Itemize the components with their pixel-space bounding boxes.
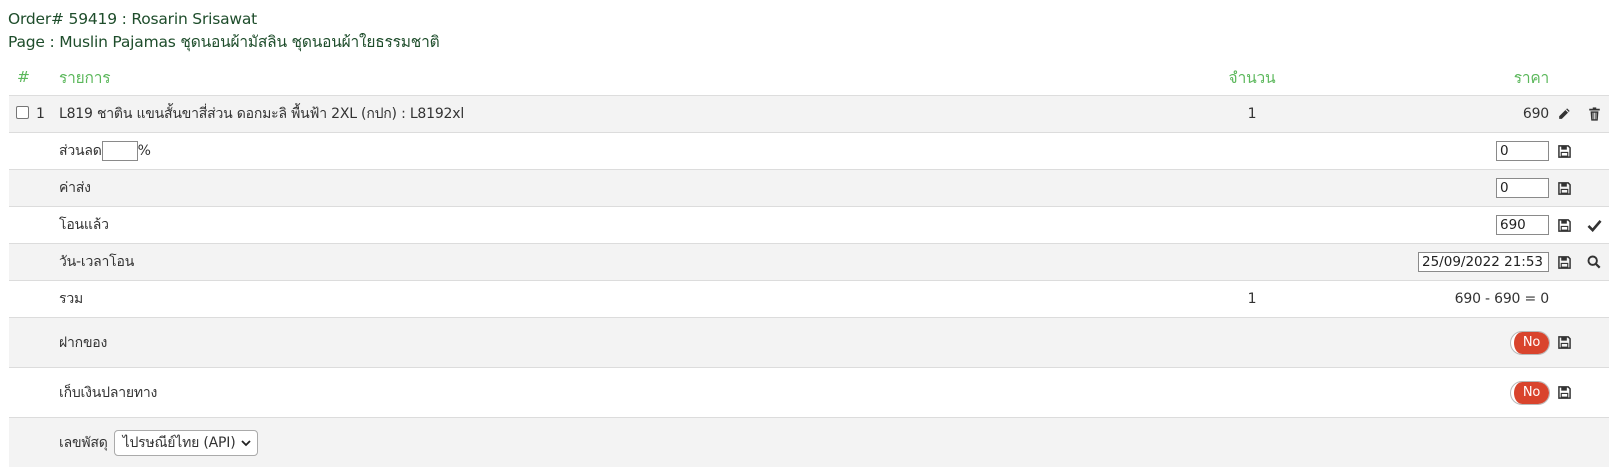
discount-label: ส่วนลด (59, 143, 102, 159)
discount-amount-input[interactable] (1496, 141, 1549, 161)
trash-icon[interactable] (1588, 107, 1601, 121)
save-icon[interactable] (1557, 386, 1571, 399)
order-title: Order# 59419 : Rosarin Srisawat (8, 10, 258, 28)
discount-percent-input[interactable] (101, 141, 138, 161)
cod-toggle[interactable]: No (1510, 380, 1550, 405)
save-icon[interactable] (1557, 218, 1571, 232)
order-items-table: # รายการ จำนวน ราคา 1 L819 ชาติน แขนสั้น… (9, 59, 1609, 467)
order-header: Order# 59419 : Rosarin Srisawat Page : M… (8, 8, 440, 54)
save-icon[interactable] (1557, 181, 1571, 195)
item-qty: 1 (1209, 95, 1295, 133)
table-row-cod: เก็บเงินปลายทาง No (9, 367, 1609, 418)
carrier-selected-value: ไปรษณีย์ไทย (API) (122, 434, 236, 451)
shipping-label: ค่าส่ง (59, 169, 1209, 207)
table-row-transfer-datetime: วัน-เวลาโอน (9, 243, 1609, 281)
deposit-toggle[interactable]: No (1510, 330, 1550, 355)
transferred-label: โอนแล้ว (59, 206, 1209, 244)
chevron-down-icon (241, 439, 252, 447)
column-header-item: รายการ (59, 59, 1209, 96)
transfer-datetime-label: วัน-เวลาโอน (59, 243, 1209, 281)
search-icon[interactable] (1587, 255, 1601, 269)
item-select-checkbox[interactable] (16, 106, 29, 119)
transferred-amount-input[interactable] (1496, 215, 1549, 235)
shipping-amount-input[interactable] (1496, 178, 1549, 198)
check-icon[interactable] (1587, 219, 1602, 232)
save-icon[interactable] (1557, 336, 1571, 349)
page-title: Page : Muslin Pajamas ชุดนอนผ้ามัสลิน ชุ… (8, 33, 440, 51)
pencil-icon[interactable] (1557, 107, 1571, 121)
save-icon[interactable] (1557, 144, 1571, 158)
column-header-qty: จำนวน (1209, 59, 1295, 96)
item-name: L819 ชาติน แขนสั้นขาสี่ส่วน ดอกมะลิ พื้น… (59, 95, 1209, 133)
transfer-datetime-input[interactable] (1418, 252, 1549, 272)
table-header-row: # รายการ จำนวน ราคา (9, 59, 1609, 96)
save-icon[interactable] (1557, 255, 1571, 269)
column-header-price: ราคา (1295, 59, 1549, 96)
table-row-shipping: ค่าส่ง (9, 169, 1609, 207)
deposit-label: ฝากของ (59, 317, 1209, 368)
table-row-item: 1 L819 ชาติน แขนสั้นขาสี่ส่วน ดอกมะลิ พื… (9, 95, 1609, 133)
cod-label: เก็บเงินปลายทาง (59, 367, 1209, 418)
table-row-discount: ส่วนลด% (9, 132, 1609, 170)
table-row-transferred: โอนแล้ว (9, 206, 1609, 244)
total-qty: 1 (1209, 280, 1295, 318)
carrier-select[interactable]: ไปรษณีย์ไทย (API) (113, 429, 259, 456)
column-header-num: # (9, 59, 59, 96)
item-price: 690 (1295, 95, 1549, 133)
total-label: รวม (59, 280, 1209, 318)
table-row-deposit: ฝากของ No (9, 317, 1609, 368)
table-row-total: รวม 1 690 - 690 = 0 (9, 280, 1609, 318)
tracking-label: เลขพัสดุ (59, 434, 108, 451)
discount-unit: % (137, 143, 151, 159)
item-number: 1 (36, 106, 45, 122)
table-row-tracking: เลขพัสดุ ไปรษณีย์ไทย (API) (9, 417, 1609, 467)
total-formula: 690 - 690 = 0 (1295, 280, 1549, 318)
